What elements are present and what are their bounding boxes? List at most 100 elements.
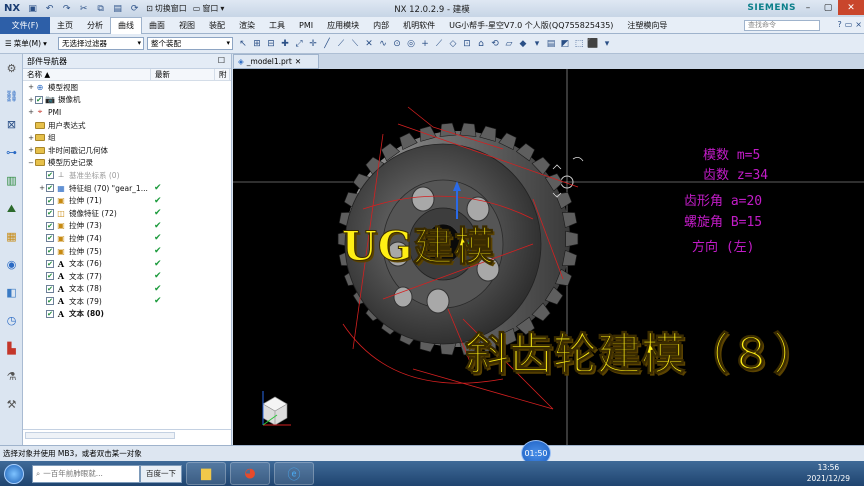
visibility-checkbox[interactable]: ✔ (46, 171, 54, 180)
tree-row[interactable]: + ⌖ PMI (23, 106, 231, 119)
tree-row[interactable]: + ✔ ▦ 特征组 (70) "gear_1... ✔ (23, 182, 231, 195)
file-menu-button[interactable]: 文件(F) (0, 16, 50, 34)
existing-point-icon[interactable]: + (419, 38, 431, 50)
pin-icon[interactable]: ☐ (218, 56, 225, 65)
column-attached[interactable]: 附 (215, 69, 230, 80)
quadrant-point-icon[interactable]: ◎ (405, 38, 417, 50)
tab-render[interactable]: 渲染 (232, 17, 262, 34)
selection-filter-dropdown[interactable]: 无选择过滤器 (58, 37, 144, 50)
hd3d-tools-icon[interactable]: ⛰ (3, 200, 20, 217)
paste-icon[interactable]: ▤ (111, 3, 124, 14)
taskbar-nx-app[interactable]: ◕ (230, 462, 270, 485)
tree-row[interactable]: ✔ A 文本 (77) ✔ (23, 270, 231, 283)
expand-toggle[interactable]: + (27, 96, 35, 104)
graphics-viewport[interactable]: ◈ _model1.prt ✕ 模数 m=5 齿数 z=34 齿形角 a=20 … (233, 54, 864, 445)
close-icon[interactable]: × (855, 20, 862, 29)
menu-button[interactable]: ☰ 菜单(M) ▾ (2, 38, 58, 49)
work-layer-icon[interactable]: ⬚ (573, 38, 585, 50)
selection-scope-dropdown[interactable]: 整个装配 (147, 37, 233, 50)
settings-gear-icon[interactable]: ⚙ (3, 60, 20, 77)
visibility-checkbox[interactable]: ✔ (46, 196, 54, 205)
tab-analysis[interactable]: 分析 (80, 17, 110, 34)
color-icon[interactable]: ◩ (559, 38, 571, 50)
tree-row[interactable]: + 组 (23, 131, 231, 144)
point-on-surface-icon[interactable]: ◇ (447, 38, 459, 50)
view-dropdown-icon[interactable]: ▾ (531, 38, 543, 50)
tab-surface[interactable]: 曲面 (142, 17, 172, 34)
constraint-navigator-icon[interactable]: ⊠ (3, 116, 20, 133)
visibility-checkbox[interactable]: ✔ (46, 184, 54, 193)
shaded-icon[interactable]: ◆ (517, 38, 529, 50)
select-all-icon[interactable]: ⊞ (251, 38, 263, 50)
cut-icon[interactable]: ✂ (77, 3, 90, 14)
orient-view-icon[interactable]: ⌂ (475, 38, 487, 50)
expand-toggle[interactable]: + (38, 184, 46, 192)
taskbar-ie-browser[interactable]: ⓔ (274, 462, 314, 485)
tab-home[interactable]: 主页 (50, 17, 80, 34)
select-arrow-icon[interactable]: ↖ (237, 38, 249, 50)
minimize-button[interactable]: – (798, 0, 818, 15)
tree-row[interactable]: ✔ A 文本 (78) ✔ (23, 283, 231, 296)
spline-icon[interactable]: ∿ (377, 38, 389, 50)
redo-icon[interactable]: ↷ (60, 3, 73, 14)
tree-row[interactable]: ✔ ⟂ 基准坐标系 (0) (23, 169, 231, 182)
visibility-checkbox[interactable]: ✔ (46, 221, 54, 230)
deselect-icon[interactable]: ⊟ (265, 38, 277, 50)
undo-icon[interactable]: ↶ (43, 3, 56, 14)
navigator-horizontal-scrollbar[interactable] (25, 432, 175, 439)
web-browser-icon[interactable]: ▦ (3, 228, 20, 245)
window-menu-button[interactable]: ▭ 窗口 ▾ (190, 3, 228, 14)
expand-toggle[interactable]: + (27, 134, 35, 142)
control-point-icon[interactable]: ⟍ (349, 38, 361, 50)
help-icon[interactable]: ? (837, 20, 841, 29)
expand-toggle[interactable]: + (27, 83, 35, 91)
general-point-icon[interactable]: ✚ (279, 38, 291, 50)
tree-row[interactable]: + 非时间戳记几何体 (23, 144, 231, 157)
mid-point-icon[interactable]: ⟋ (335, 38, 347, 50)
baidu-search-input[interactable]: ⌕ 一百年前肺眼就... (32, 464, 140, 483)
visibility-checkbox[interactable]: ✔ (46, 247, 54, 256)
tree-row[interactable]: 用户表达式 (23, 119, 231, 132)
start-button[interactable] (0, 462, 28, 486)
system-clock[interactable]: 13:56 2021/12/29 (807, 462, 850, 484)
tree-row[interactable]: ✔ A 文本 (79) ✔ (23, 295, 231, 308)
visibility-checkbox[interactable]: ✔ (46, 272, 54, 281)
tab-jiming-software[interactable]: 机明软件 (396, 17, 442, 34)
arc-center-icon[interactable]: ⊙ (391, 38, 403, 50)
column-name[interactable]: 名称 ▲ (23, 69, 151, 80)
save-icon[interactable]: ▣ (26, 3, 39, 14)
reuse-library-icon[interactable]: ▥ (3, 172, 20, 189)
switch-window-button[interactable]: ⊡ 切换窗口 (143, 3, 190, 14)
visibility-checkbox[interactable]: ✔ (46, 234, 54, 243)
tree-row[interactable]: ✔ ▣ 拉伸 (74) ✔ (23, 232, 231, 245)
copy-icon[interactable]: ⧉ (94, 3, 107, 14)
visibility-checkbox[interactable]: ✔ (46, 309, 54, 318)
tab-internal[interactable]: 内部 (366, 17, 396, 34)
tab-tools[interactable]: 工具 (262, 17, 292, 34)
expand-toggle[interactable]: + (27, 108, 35, 116)
layer-icon[interactable]: ▤ (545, 38, 557, 50)
tab-curve[interactable]: 曲线 (110, 16, 142, 34)
visibility-checkbox[interactable]: ✔ (35, 95, 43, 104)
visibility-checkbox[interactable]: ✔ (46, 297, 54, 306)
process-studio-icon[interactable]: ◷ (3, 312, 20, 329)
visibility-checkbox[interactable]: ✔ (46, 209, 54, 218)
tree-row[interactable]: ✔ ▣ 拉伸 (73) ✔ (23, 220, 231, 233)
settings-dropdown-icon[interactable]: ▾ (601, 38, 613, 50)
find-command-input[interactable]: 查找命令 (744, 20, 820, 31)
bounded-grid-icon[interactable]: ⊡ (461, 38, 473, 50)
gear-model-canvas[interactable] (233, 69, 864, 445)
tree-row[interactable]: ✔ ▣ 拉伸 (75) ✔ (23, 245, 231, 258)
end-point-icon[interactable]: ╱ (321, 38, 333, 50)
expand-toggle[interactable]: + (27, 146, 35, 154)
knowledge-fusion-icon[interactable]: ⚒ (3, 396, 20, 413)
tab-mold-wizard[interactable]: 注塑模向导 (620, 17, 674, 34)
close-button[interactable]: ✕ (838, 0, 864, 15)
restore-icon[interactable]: ▭ (845, 20, 853, 29)
intersection-icon[interactable]: ✕ (363, 38, 375, 50)
baidu-search-button[interactable]: 百度一下 (140, 464, 182, 483)
part-navigator-icon[interactable]: ⊶ (3, 144, 20, 161)
tree-row[interactable]: ✔ A 文本 (76) ✔ (23, 257, 231, 270)
history-icon[interactable]: ◉ (3, 256, 20, 273)
tab-close-icon[interactable]: ✕ (295, 57, 301, 66)
